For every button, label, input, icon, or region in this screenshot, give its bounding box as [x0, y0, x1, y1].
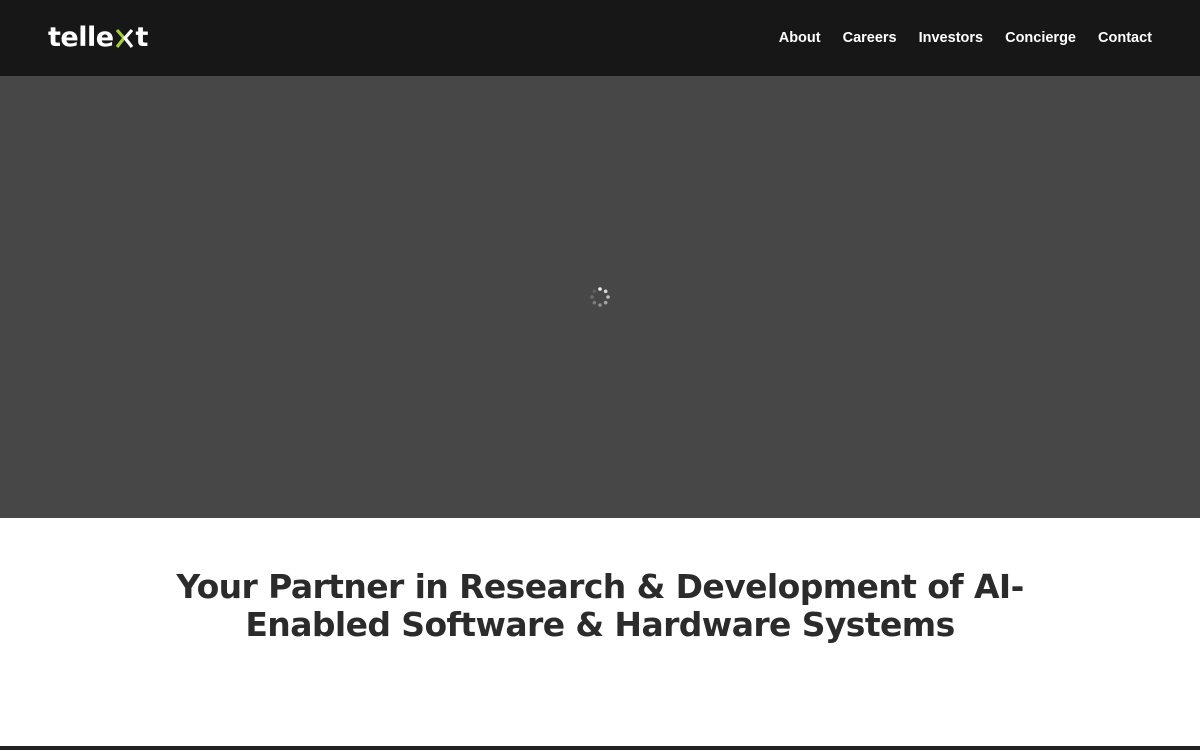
- logo-text-suffix: t: [135, 21, 149, 53]
- main-nav: About Careers Investors Concierge Contac…: [779, 0, 1152, 76]
- page-headline: Your Partner in Research & Development o…: [176, 567, 1024, 644]
- site-header: telle t About Careers Investors Concierg…: [0, 0, 1200, 76]
- nav-link-contact[interactable]: Contact: [1098, 30, 1152, 46]
- nav-link-concierge[interactable]: Concierge: [1005, 30, 1076, 46]
- loading-spinner-icon: [590, 287, 610, 307]
- nav-link-careers[interactable]: Careers: [843, 30, 897, 46]
- logo-text-prefix: telle: [48, 21, 114, 53]
- tellext-logo[interactable]: telle t: [48, 17, 148, 57]
- logo-x-mark-icon: [115, 23, 135, 51]
- nav-link-about[interactable]: About: [779, 30, 821, 46]
- nav-link-investors[interactable]: Investors: [919, 30, 983, 46]
- section-divider: [0, 746, 1200, 750]
